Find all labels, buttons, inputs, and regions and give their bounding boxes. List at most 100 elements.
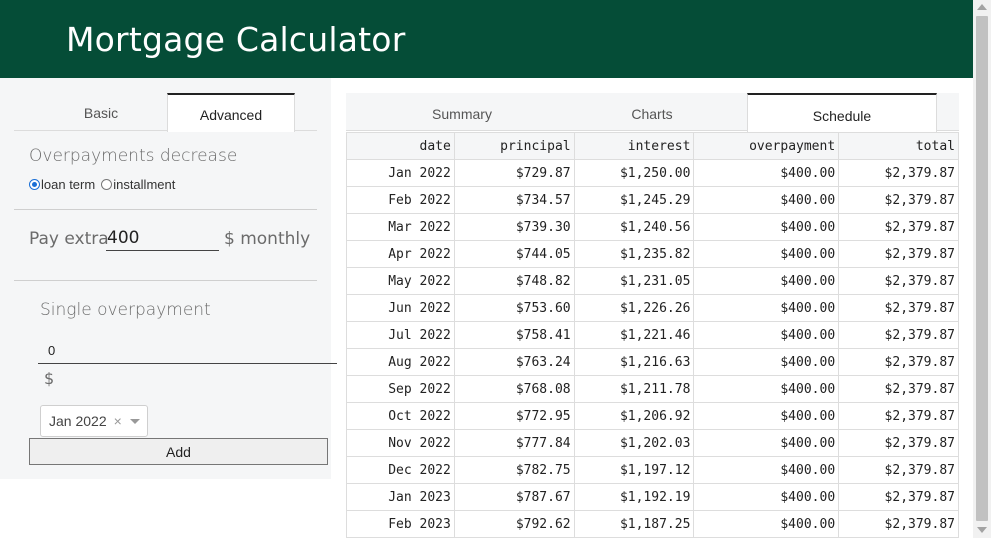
cell-principal: $753.60 bbox=[453, 294, 575, 322]
scroll-up-icon[interactable] bbox=[977, 4, 987, 10]
column-header-overpayment[interactable]: overpayment bbox=[693, 132, 840, 160]
divider bbox=[14, 209, 317, 210]
column-header-date[interactable]: date bbox=[346, 132, 455, 160]
radio-unselected-icon[interactable] bbox=[101, 179, 113, 190]
pay-extra-input[interactable] bbox=[106, 226, 219, 251]
cell-overpayment: $400.00 bbox=[693, 375, 840, 403]
cell-interest: $1,197.12 bbox=[573, 456, 695, 484]
cell-overpayment: $400.00 bbox=[693, 294, 840, 322]
cell-total: $2,379.87 bbox=[838, 375, 959, 403]
cell-principal: $739.30 bbox=[453, 213, 575, 241]
scrollbar-thumb[interactable] bbox=[976, 16, 988, 521]
table-row: Feb 2022 $734.57 $1,245.29 $400.00 $2,379.87 bbox=[346, 186, 959, 214]
radio-loan-term-label: loan term bbox=[41, 177, 96, 192]
cell-principal: $792.62 bbox=[453, 510, 575, 538]
cell-principal: $763.24 bbox=[453, 348, 575, 376]
cell-interest: $1,240.56 bbox=[573, 213, 695, 241]
cell-principal: $772.95 bbox=[453, 402, 575, 430]
overpayments-decrease-title: Overpayments decrease bbox=[29, 146, 238, 166]
cell-overpayment: $400.00 bbox=[693, 348, 840, 376]
cell-overpayment: $400.00 bbox=[693, 267, 840, 295]
cell-interest: $1,226.26 bbox=[573, 294, 695, 322]
table-row: Jan 2023 $787.67 $1,192.19 $400.00 $2,379.87 bbox=[346, 483, 959, 511]
cell-total: $2,379.87 bbox=[838, 348, 959, 376]
cell-total: $2,379.87 bbox=[838, 213, 959, 241]
pay-extra-unit: $ monthly bbox=[224, 229, 311, 249]
radio-selected-icon[interactable] bbox=[29, 179, 40, 190]
cell-total: $2,379.87 bbox=[838, 456, 959, 484]
cell-principal: $777.84 bbox=[453, 429, 575, 457]
cell-principal: $782.75 bbox=[453, 456, 575, 484]
table-header-row: date principal interest overpayment total bbox=[346, 132, 959, 160]
currency-label: $ bbox=[44, 369, 55, 388]
cell-principal: $734.57 bbox=[453, 186, 575, 214]
cell-total: $2,379.87 bbox=[838, 510, 959, 538]
cell-interest: $1,211.78 bbox=[573, 375, 695, 403]
add-overpayment-button[interactable]: Add bbox=[29, 438, 328, 465]
radio-loan-term[interactable]: loan term bbox=[29, 177, 95, 192]
cell-interest: $1,202.03 bbox=[573, 429, 695, 457]
tab-advanced[interactable]: Advanced bbox=[167, 93, 295, 132]
cell-total: $2,379.87 bbox=[838, 483, 959, 511]
cell-date: Oct 2022 bbox=[346, 402, 455, 430]
radio-installment-label: installment bbox=[113, 177, 176, 192]
cell-total: $2,379.87 bbox=[838, 267, 959, 295]
single-overpayment-title: Single overpayment bbox=[40, 300, 211, 320]
vertical-scrollbar[interactable] bbox=[973, 0, 991, 538]
cell-date: Jan 2022 bbox=[346, 159, 455, 187]
cell-total: $2,379.87 bbox=[838, 321, 959, 349]
single-overpayment-input[interactable] bbox=[38, 338, 337, 364]
cell-total: $2,379.87 bbox=[838, 402, 959, 430]
cell-interest: $1,221.46 bbox=[573, 321, 695, 349]
overpayment-date-select[interactable]: Jan 2022 × bbox=[40, 405, 148, 437]
cell-overpayment: $400.00 bbox=[693, 159, 840, 187]
cell-principal: $768.08 bbox=[453, 375, 575, 403]
cell-overpayment: $400.00 bbox=[693, 429, 840, 457]
table-row: Nov 2022 $777.84 $1,202.03 $400.00 $2,379.87 bbox=[346, 429, 959, 457]
overpayment-mode-radios: loan term installment bbox=[29, 177, 181, 192]
column-header-principal[interactable]: principal bbox=[453, 132, 575, 160]
clear-icon[interactable]: × bbox=[114, 413, 122, 429]
cell-date: Mar 2022 bbox=[346, 213, 455, 241]
cell-date: Aug 2022 bbox=[346, 348, 455, 376]
cell-principal: $729.87 bbox=[453, 159, 575, 187]
settings-tabs: Basic Advanced bbox=[14, 93, 317, 132]
tab-charts[interactable]: Charts bbox=[557, 93, 747, 131]
cell-overpayment: $400.00 bbox=[693, 456, 840, 484]
radio-installment[interactable]: installment bbox=[101, 177, 175, 192]
chevron-down-icon[interactable] bbox=[129, 418, 140, 424]
table-row: Jan 2022 $729.87 $1,250.00 $400.00 $2,379.87 bbox=[346, 159, 959, 187]
scroll-down-icon[interactable] bbox=[977, 527, 987, 533]
cell-overpayment: $400.00 bbox=[693, 240, 840, 268]
divider bbox=[14, 280, 317, 281]
cell-interest: $1,245.29 bbox=[573, 186, 695, 214]
cell-interest: $1,187.25 bbox=[573, 510, 695, 538]
column-header-total[interactable]: total bbox=[838, 132, 959, 160]
app-header: Mortgage Calculator bbox=[0, 0, 973, 78]
cell-principal: $758.41 bbox=[453, 321, 575, 349]
tab-summary[interactable]: Summary bbox=[367, 93, 557, 131]
cell-interest: $1,250.00 bbox=[573, 159, 695, 187]
cell-overpayment: $400.00 bbox=[693, 186, 840, 214]
results-tabs: Summary Charts Schedule bbox=[346, 93, 959, 132]
table-row: Jun 2022 $753.60 $1,226.26 $400.00 $2,379.87 bbox=[346, 294, 959, 322]
results-panel: Summary Charts Schedule date principal int… bbox=[346, 93, 959, 538]
cell-interest: $1,216.63 bbox=[573, 348, 695, 376]
cell-date: Jan 2023 bbox=[346, 483, 455, 511]
cell-date: May 2022 bbox=[346, 267, 455, 295]
tab-schedule[interactable]: Schedule bbox=[747, 93, 937, 132]
tab-basic[interactable]: Basic bbox=[37, 93, 165, 131]
table-row: Sep 2022 $768.08 $1,211.78 $400.00 $2,379.87 bbox=[346, 375, 959, 403]
cell-date: Sep 2022 bbox=[346, 375, 455, 403]
cell-principal: $787.67 bbox=[453, 483, 575, 511]
column-header-interest[interactable]: interest bbox=[573, 132, 695, 160]
cell-total: $2,379.87 bbox=[838, 186, 959, 214]
page-title: Mortgage Calculator bbox=[66, 20, 406, 59]
cell-overpayment: $400.00 bbox=[693, 483, 840, 511]
table-row: Aug 2022 $763.24 $1,216.63 $400.00 $2,379.87 bbox=[346, 348, 959, 376]
table-row: Dec 2022 $782.75 $1,197.12 $400.00 $2,379.87 bbox=[346, 456, 959, 484]
cell-total: $2,379.87 bbox=[838, 429, 959, 457]
cell-interest: $1,235.82 bbox=[573, 240, 695, 268]
cell-date: Dec 2022 bbox=[346, 456, 455, 484]
cell-overpayment: $400.00 bbox=[693, 213, 840, 241]
